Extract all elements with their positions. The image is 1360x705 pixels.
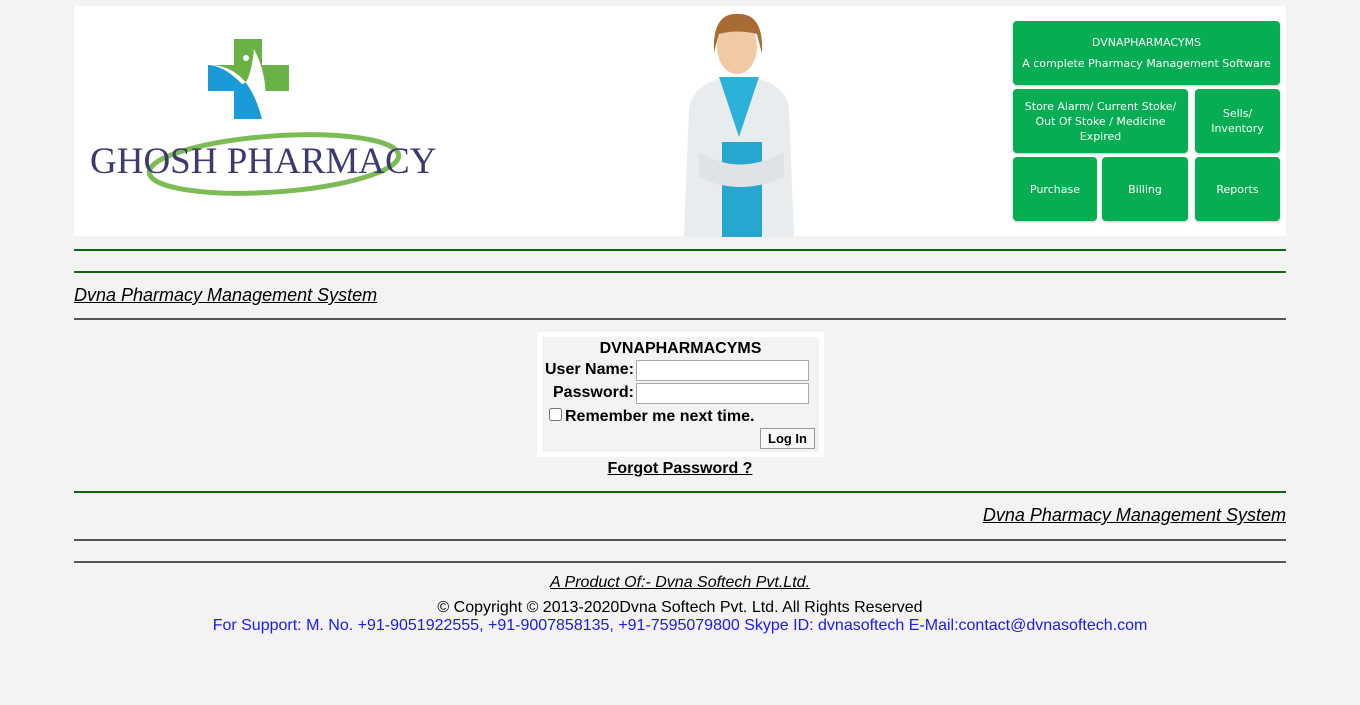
- product-of: A Product Of:- Dvna Softech Pvt.Ltd.: [0, 574, 1360, 592]
- tile-reports[interactable]: Reports: [1195, 157, 1280, 221]
- bottom-system-link[interactable]: Dvna Pharmacy Management System: [983, 505, 1286, 526]
- login-button[interactable]: Log In: [760, 428, 815, 449]
- remember-label: Remember me next time.: [565, 408, 755, 425]
- tile-subtitle: A complete Pharmacy Management Software: [1022, 57, 1271, 70]
- divider: [74, 491, 1286, 493]
- password-input[interactable]: [636, 383, 809, 404]
- remember-checkbox[interactable]: [549, 408, 562, 421]
- tile-dvnapharmacyms[interactable]: DVNAPHARMACYMS A complete Pharmacy Manag…: [1013, 21, 1280, 85]
- logo-text: GHOSH PHARMACY: [90, 141, 436, 182]
- tile-title: DVNAPHARMACYMS: [1091, 36, 1202, 49]
- tile-store-alarm[interactable]: Store Alarm/ Current Stoke/ Out Of Stoke…: [1013, 89, 1188, 153]
- tile-sells-inventory[interactable]: Sells/ Inventory: [1195, 89, 1280, 153]
- divider: [74, 249, 1286, 251]
- forgot-password-text[interactable]: Forgot Password ?: [608, 460, 753, 477]
- divider: [74, 561, 1286, 563]
- login-panel: DVNAPHARMACYMS User Name: Password: Reme…: [537, 332, 824, 457]
- system-title-link[interactable]: Dvna Pharmacy Management System: [74, 285, 377, 306]
- tile-billing[interactable]: Billing: [1102, 157, 1188, 221]
- login-title: DVNAPHARMACYMS: [599, 340, 762, 357]
- password-label: Password:: [553, 384, 634, 401]
- forgot-password-link[interactable]: Forgot Password ?: [0, 460, 1360, 478]
- doctor-image: [684, 13, 794, 237]
- divider: [74, 318, 1286, 320]
- divider: [74, 271, 1286, 273]
- copyright: © Copyright © 2013-2020Dvna Softech Pvt.…: [437, 599, 923, 616]
- divider: [74, 539, 1286, 541]
- ghosh-pharmacy-logo: GHOSH PHARMACY: [90, 39, 436, 196]
- product-of-text: A Product Of:- Dvna Softech Pvt.Ltd.: [550, 574, 810, 591]
- username-label: User Name:: [545, 361, 634, 378]
- tile-purchase[interactable]: Purchase: [1013, 157, 1097, 221]
- header-banner: GHOSH PHARMACY DVNAPHARMACYMS A complete…: [74, 6, 1286, 237]
- support-info: For Support: M. No. +91-9051922555, +91-…: [212, 617, 1148, 634]
- username-input[interactable]: [636, 360, 809, 381]
